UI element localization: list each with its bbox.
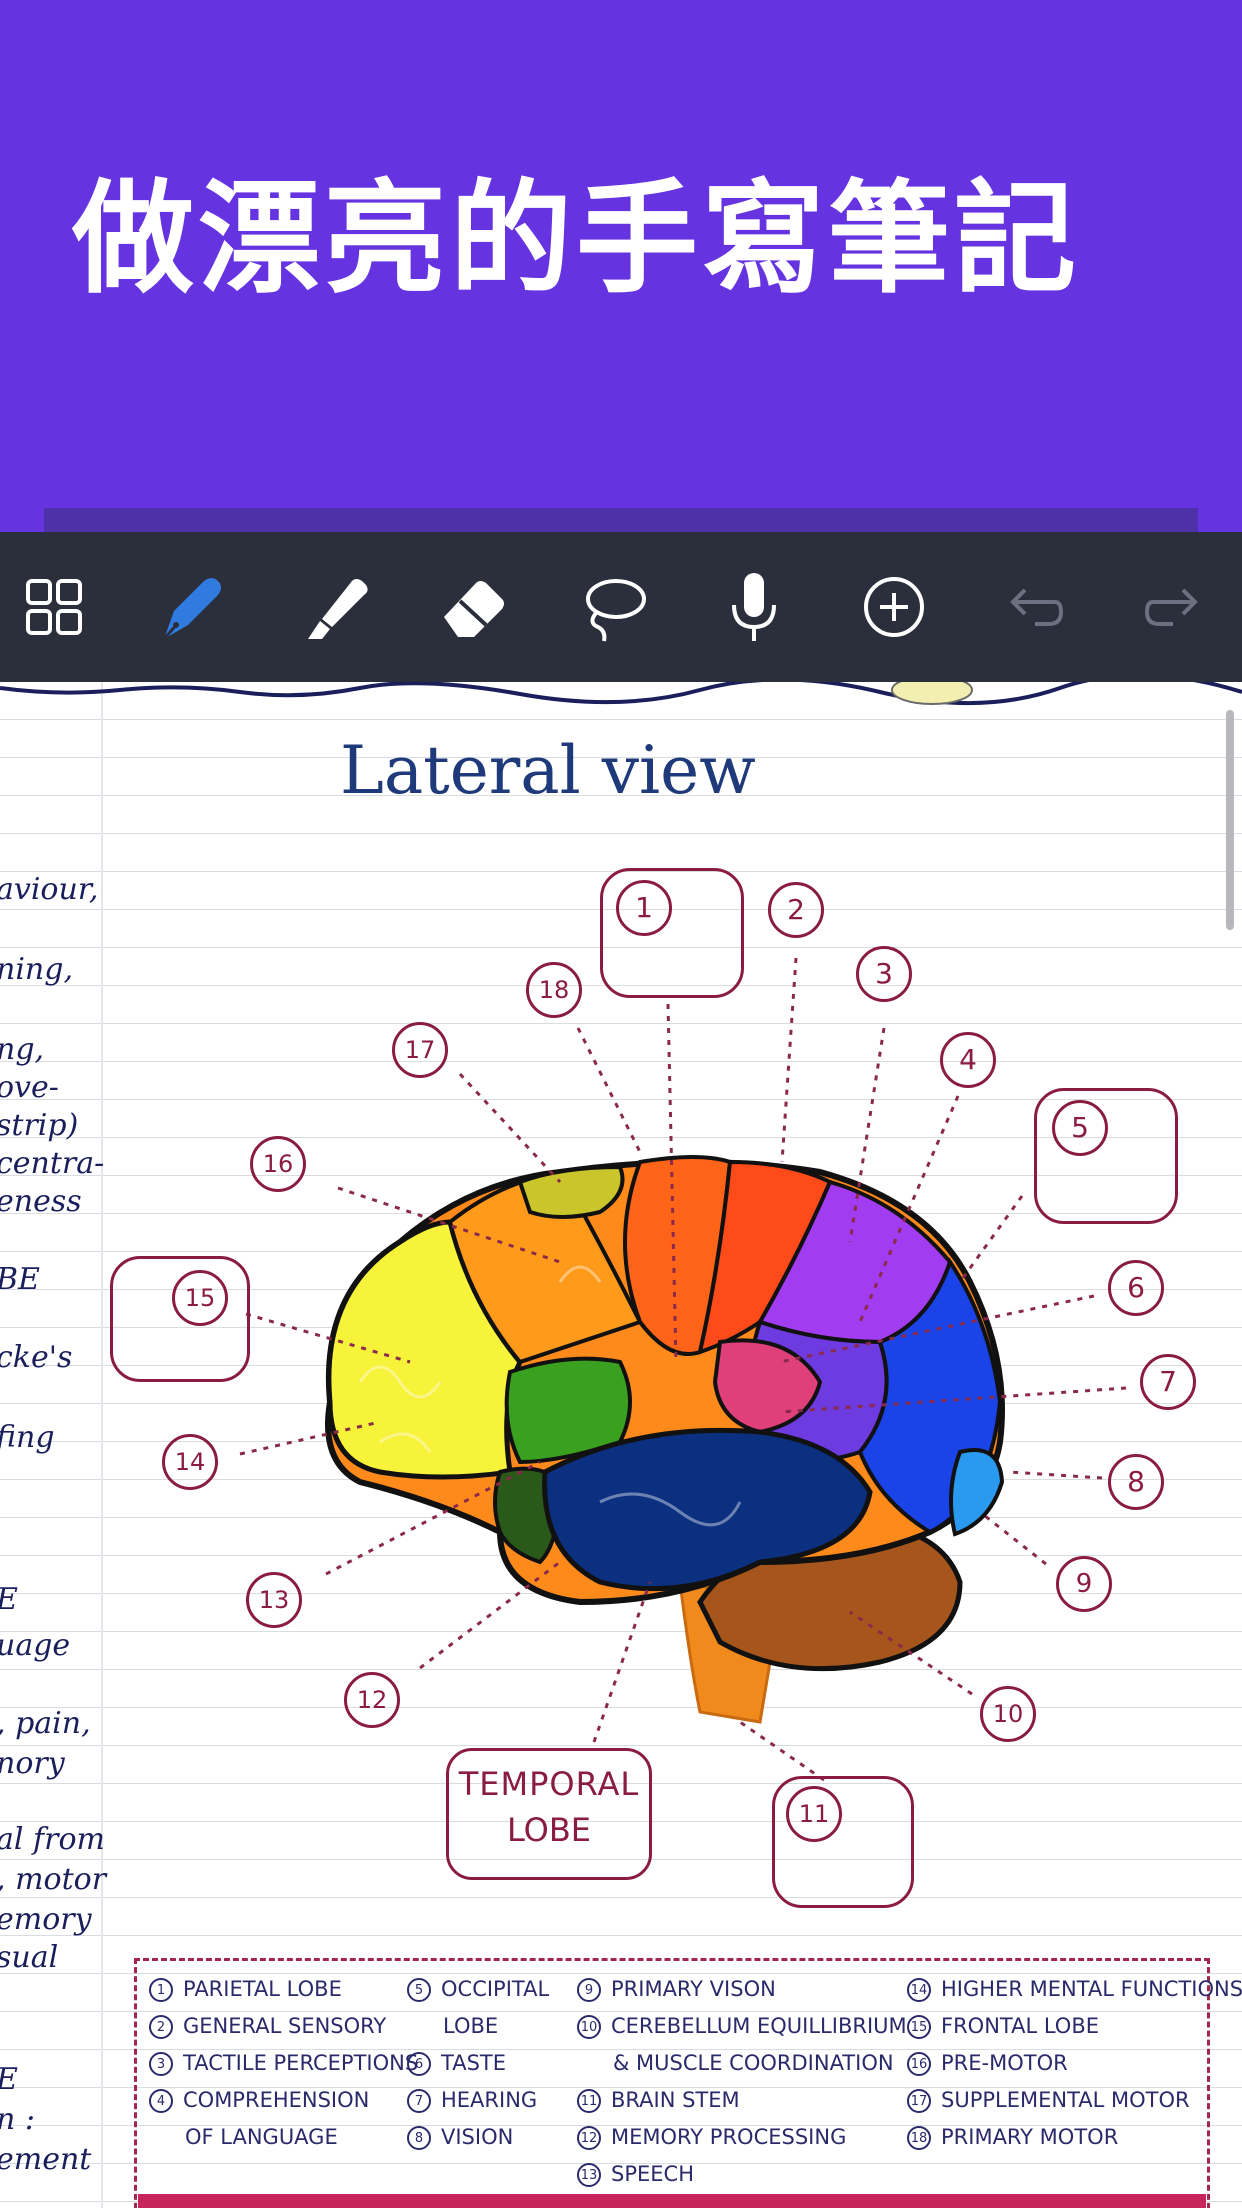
promo-banner: 做漂亮的手寫筆記 [0, 0, 1242, 534]
callout-number: 17 [392, 1022, 448, 1078]
legend-item: 16 PRE-MOTOR [907, 2045, 1242, 2082]
callout-number: 14 [162, 1434, 218, 1490]
callout-number: 16 [250, 1136, 306, 1192]
temporal-lobe-label: TEMPORAL LOBE [446, 1748, 652, 1880]
lasso-icon [586, 579, 646, 642]
legend-column: 9 PRIMARY VISON 10 CEREBELLUM EQUILLIBRIUM… [577, 1971, 907, 2193]
legend-column: 14 HIGHER MENTAL FUNCTIONS 15 FRONTAL LOBE… [907, 1971, 1242, 2156]
legend-item: 9 PRIMARY VISON [577, 1971, 907, 2008]
callout-number: 9 [1056, 1556, 1112, 1612]
grid-icon [26, 579, 82, 635]
legend-bottom-bar [138, 2194, 1206, 2208]
undo-button[interactable] [974, 532, 1094, 682]
legend-item: & MUSCLE COORDINATION [613, 2051, 894, 2075]
callout-number: 5 [1052, 1100, 1108, 1156]
callout-number: 12 [344, 1672, 400, 1728]
legend-item: 18 PRIMARY MOTOR [907, 2119, 1242, 2156]
pen-tool-button[interactable] [132, 532, 252, 682]
callout-number: 10 [980, 1686, 1036, 1742]
margin-note: E [0, 2062, 18, 2097]
banner-shadow-strip [44, 508, 1198, 534]
callout-number: 4 [940, 1032, 996, 1088]
callout-box [1034, 1088, 1178, 1224]
legend-item: 6 TASTE [407, 2045, 549, 2082]
margin-note: ement [0, 2142, 92, 2177]
note-toolbar [0, 532, 1242, 682]
legend-item: OF LANGUAGE [185, 2125, 338, 2149]
legend-column: 5 OCCIPITAL LOBE 6 TASTE 7 HEARING 8 VISION [407, 1971, 549, 2156]
legend-item: 3 TACTILE PERCEPTIONS [149, 2045, 418, 2082]
lasso-tool-button[interactable] [554, 532, 674, 682]
legend-item: 4 COMPREHENSION [149, 2082, 418, 2119]
legend-item: 10 CEREBELLUM EQUILLIBRIUM [577, 2008, 907, 2045]
legend-item: 13 SPEECH [577, 2156, 907, 2193]
highlighter-tool-button[interactable] [274, 532, 394, 682]
legend-item: 12 MEMORY PROCESSING [577, 2119, 907, 2156]
callout-number: 7 [1140, 1354, 1196, 1410]
margin-note: n : [0, 2102, 35, 2137]
callout-number: 2 [768, 882, 824, 938]
legend-item: 14 HIGHER MENTAL FUNCTIONS [907, 1971, 1242, 2008]
eraser-tool-button[interactable] [414, 532, 534, 682]
callout-number: 18 [526, 962, 582, 1018]
note-page[interactable]: aviour, ning, ng, ove- strip) centra- en… [0, 682, 1242, 2208]
callout-number: 11 [786, 1786, 842, 1842]
grid-view-button[interactable] [0, 532, 114, 682]
add-icon [864, 577, 924, 637]
legend-item: 8 VISION [407, 2119, 549, 2156]
legend-item: 7 HEARING [407, 2082, 549, 2119]
eraser-icon [444, 581, 504, 637]
callout-number: 15 [172, 1270, 228, 1326]
legend: 1 PARIETAL LOBE 2 GENERAL SENSORY 3 TACTILE… [134, 1958, 1242, 2208]
record-audio-button[interactable] [694, 532, 814, 682]
microphone-icon [732, 573, 776, 641]
callout-number: 1 [616, 880, 672, 936]
legend-item: 5 OCCIPITAL [407, 1971, 549, 2008]
highlighter-icon [308, 579, 368, 639]
undo-icon [1010, 588, 1064, 626]
callout-box [600, 868, 744, 998]
legend-item: 17 SUPPLEMENTAL MOTOR [907, 2082, 1242, 2119]
legend-column: 1 PARIETAL LOBE 2 GENERAL SENSORY 3 TACTILE… [149, 1971, 418, 2156]
callout-number: 8 [1108, 1454, 1164, 1510]
callout-number: 6 [1108, 1260, 1164, 1316]
callout-box [110, 1256, 250, 1382]
temporal-label-line: LOBE [506, 1811, 592, 1849]
temporal-label-line: TEMPORAL [458, 1765, 640, 1803]
legend-item: 15 FRONTAL LOBE [907, 2008, 1242, 2045]
callout-number: 13 [246, 1572, 302, 1628]
promo-title: 做漂亮的手寫筆記 [72, 168, 1080, 310]
redo-button[interactable] [1114, 532, 1234, 682]
legend-item: LOBE [443, 2014, 499, 2038]
insert-button[interactable] [834, 532, 954, 682]
callouts: 1 2 3 4 5 6 7 8 9 10 11 12 13 14 15 16 1… [0, 682, 1242, 1952]
legend-item: 11 BRAIN STEM [577, 2082, 907, 2119]
legend-item: 1 PARIETAL LOBE [149, 1971, 418, 2008]
legend-item: 2 GENERAL SENSORY [149, 2008, 418, 2045]
pen-icon [162, 578, 221, 640]
callout-number: 3 [856, 946, 912, 1002]
redo-icon [1144, 588, 1198, 626]
